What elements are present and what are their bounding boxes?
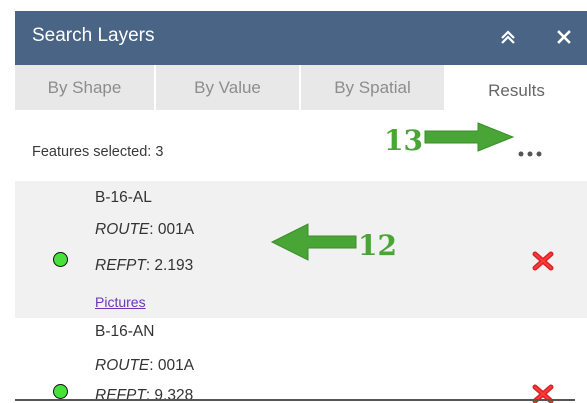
remove-result-button[interactable] <box>531 251 555 271</box>
refpt-label: REFPT <box>95 257 146 274</box>
route-field: ROUTE: 001A <box>95 357 194 375</box>
route-label: ROUTE <box>95 357 150 374</box>
search-layers-panel: Search Layers By Shape By Value By Spati… <box>15 11 587 403</box>
collapse-button[interactable] <box>494 20 522 54</box>
green-arrow-left-icon <box>270 223 357 261</box>
feature-id: B-16-AL <box>95 189 152 206</box>
pictures-link[interactable]: Pictures <box>95 294 146 310</box>
callout-number-12: 12 <box>358 229 397 262</box>
results-list: B-16-AL ROUTE: 001A REFPT: 2.193 Picture… <box>15 181 587 403</box>
close-icon <box>557 30 571 44</box>
route-value: : 001A <box>149 221 195 238</box>
route-label: ROUTE <box>95 221 150 238</box>
green-arrow-right-icon <box>424 122 515 152</box>
panel-title: Search Layers <box>32 25 155 46</box>
search-tabs: By Shape By Value By Spatial Results <box>15 65 587 110</box>
route-value: : 001A <box>149 357 195 374</box>
feature-id: B-16-AN <box>95 323 155 340</box>
callout-number-13: 13 <box>384 124 423 157</box>
status-dot-icon <box>53 252 68 267</box>
bottom-border <box>15 399 575 401</box>
tab-results[interactable]: Results <box>446 65 587 110</box>
route-field: ROUTE: 001A <box>95 221 194 239</box>
refpt-value: : 2.193 <box>145 257 194 274</box>
close-button[interactable] <box>550 20 578 54</box>
double-chevron-up-icon <box>501 30 515 44</box>
panel-header: Search Layers <box>15 11 587 65</box>
tab-by-value[interactable]: By Value <box>156 65 301 110</box>
tab-by-shape[interactable]: By Shape <box>15 65 156 110</box>
refpt-field: REFPT: 2.193 <box>95 257 193 275</box>
tab-by-spatial[interactable]: By Spatial <box>301 65 446 110</box>
status-dot-icon <box>53 384 68 399</box>
features-selected-count: Features selected: 3 <box>32 144 164 160</box>
list-item[interactable]: B-16-AN ROUTE: 001A REFPT: 9.328 <box>15 318 587 403</box>
